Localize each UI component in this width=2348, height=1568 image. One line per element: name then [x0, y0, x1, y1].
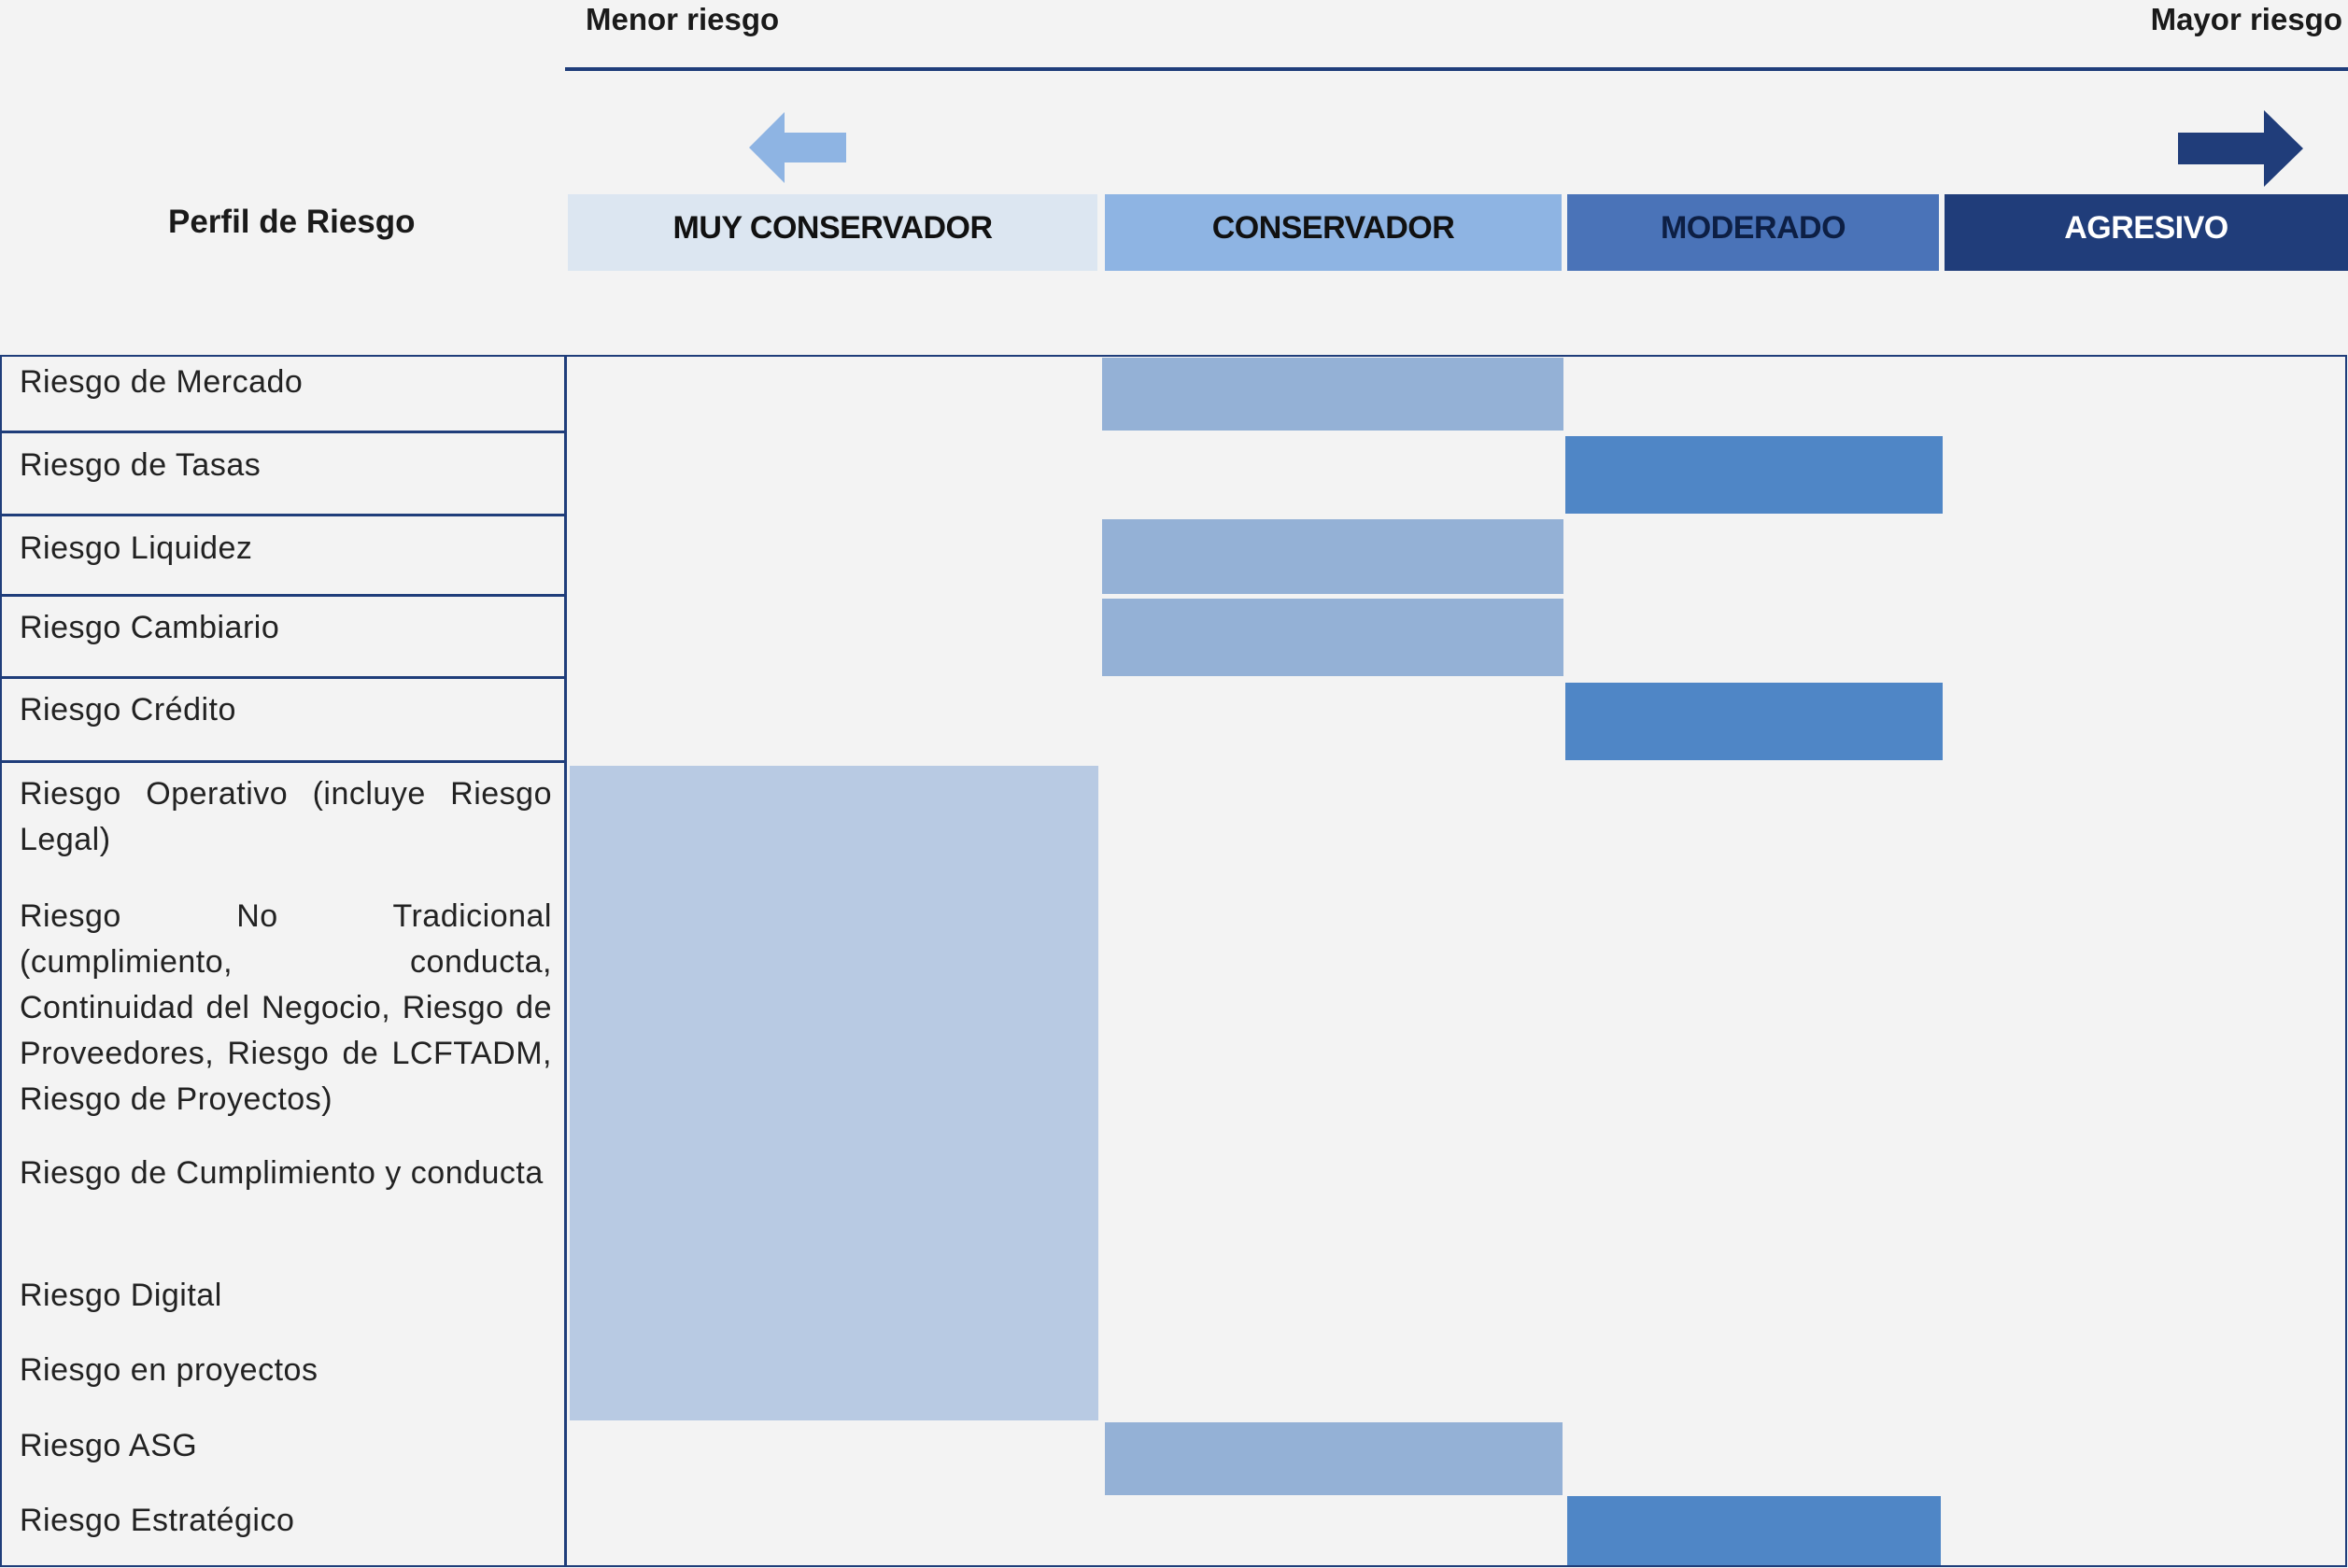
scale-line	[565, 67, 2348, 71]
level-bar-operativo-group	[570, 766, 1098, 1420]
risk-label-estrategico: Riesgo Estratégico	[20, 1503, 295, 1538]
level-bar-tasas	[1565, 436, 1943, 514]
risk-label-cumplimiento: Riesgo de Cumplimiento y conducta	[20, 1155, 544, 1191]
profile-level-conservador: CONSERVADOR	[1105, 194, 1562, 271]
arrow-left-icon	[749, 112, 846, 183]
profile-level-muy-conservador: MUY CONSERVADOR	[568, 194, 1097, 271]
risk-label-tasas: Riesgo de Tasas	[20, 447, 262, 483]
row-separator	[0, 514, 567, 516]
level-bar-mercado	[1102, 358, 1563, 431]
risk-label-credito: Riesgo Crédito	[20, 692, 236, 727]
level-bar-credito	[1565, 683, 1943, 760]
level-bar-cambiario	[1102, 599, 1563, 676]
risk-label-asg: Riesgo ASG	[20, 1428, 198, 1463]
scale-right-label: Mayor riesgo	[2150, 2, 2342, 36]
risk-label-no-tradicional: Riesgo No Tradicional (cumplimiento, con…	[20, 898, 552, 1117]
level-bar-asg	[1105, 1422, 1563, 1495]
risk-label-proyectos: Riesgo en proyectos	[20, 1352, 318, 1388]
risk-label-mercado: Riesgo de Mercado	[20, 364, 304, 400]
risk-label-liquidez: Riesgo Liquidez	[20, 530, 253, 566]
profile-level-moderado: MODERADO	[1567, 194, 1939, 271]
level-bar-estrategico	[1567, 1496, 1941, 1565]
arrow-right-icon	[2178, 110, 2303, 187]
risk-label-digital: Riesgo Digital	[20, 1278, 222, 1313]
row-separator	[0, 431, 567, 433]
profile-level-agresivo: AGRESIVO	[1945, 194, 2348, 271]
row-separator	[0, 676, 567, 679]
row-separator	[0, 760, 567, 763]
risk-label-operativo: Riesgo Operativo (incluye Riesgo Legal)	[20, 776, 552, 857]
level-bar-liquidez	[1102, 519, 1563, 594]
profile-title: Perfil de Riesgo	[168, 204, 416, 240]
risk-label-cambiario: Riesgo Cambiario	[20, 610, 280, 645]
scale-left-label: Menor riesgo	[586, 2, 780, 36]
row-separator	[0, 594, 567, 597]
